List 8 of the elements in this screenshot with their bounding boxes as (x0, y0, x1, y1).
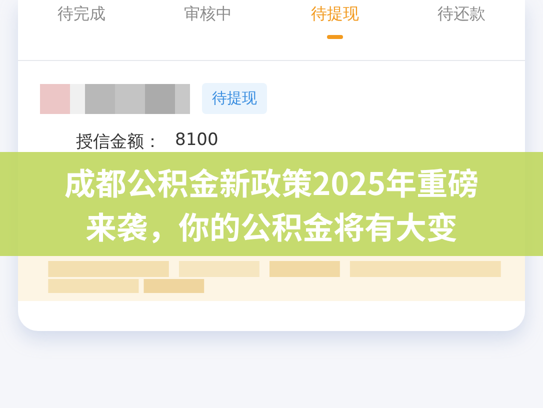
tab[interactable]: 审核中 (144, 0, 272, 60)
credit-value: 8100 (175, 130, 218, 152)
tab[interactable]: 待还款 (398, 0, 525, 60)
credit-label: 授信金额： (76, 131, 161, 153)
status-tag: 待提现 (202, 83, 267, 114)
tab[interactable]: 待完成 (18, 0, 145, 60)
banner-title: 成都公积金新政策2025年重磅来袭，你的公积金将有大变 (64, 160, 480, 248)
tab[interactable]: 待提现 (272, 0, 398, 60)
